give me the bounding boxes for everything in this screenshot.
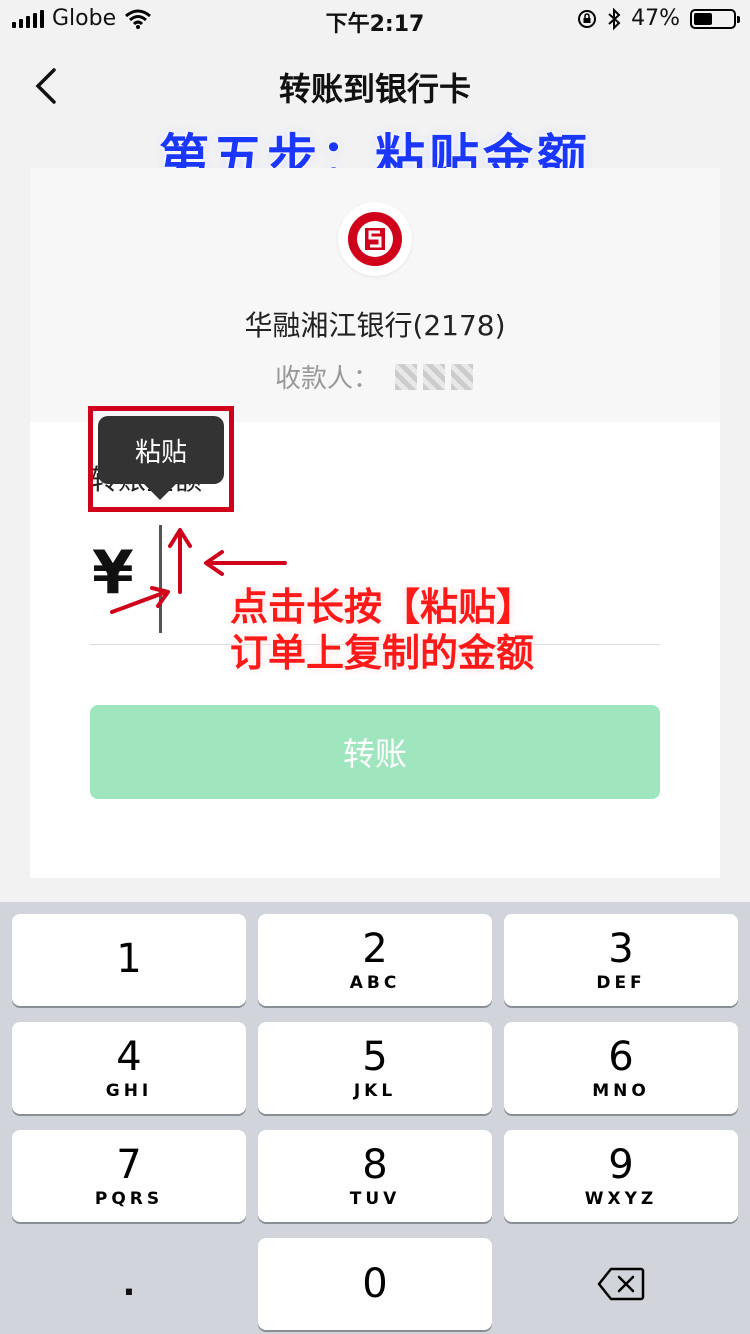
key-delete[interactable] [504, 1238, 738, 1330]
key-1[interactable]: 1 [12, 914, 246, 1006]
key-decimal[interactable]: . [12, 1238, 246, 1330]
key-4[interactable]: 4 GHI [12, 1022, 246, 1114]
key-9[interactable]: 9 WXYZ [504, 1130, 738, 1222]
numeric-keypad: 1 2 ABC 3 DEF 4 GHI 5 JKL 6 MNO 7 PQRS 8… [0, 902, 750, 1334]
annotation-note: 点击长按【粘贴】 订单上复制的金额 [230, 584, 534, 676]
key-5[interactable]: 5 JKL [258, 1022, 492, 1114]
annotation-note-line2: 订单上复制的金额 [230, 631, 535, 675]
annotation-note-line1: 点击长按【粘贴】 [230, 585, 535, 629]
key-2[interactable]: 2 ABC [258, 914, 492, 1006]
key-3[interactable]: 3 DEF [504, 914, 738, 1006]
key-0[interactable]: 0 [258, 1238, 492, 1330]
backspace-icon [597, 1267, 645, 1301]
key-7[interactable]: 7 PQRS [12, 1130, 246, 1222]
key-6[interactable]: 6 MNO [504, 1022, 738, 1114]
arrow-diagonal [110, 590, 168, 614]
key-8[interactable]: 8 TUV [258, 1130, 492, 1222]
